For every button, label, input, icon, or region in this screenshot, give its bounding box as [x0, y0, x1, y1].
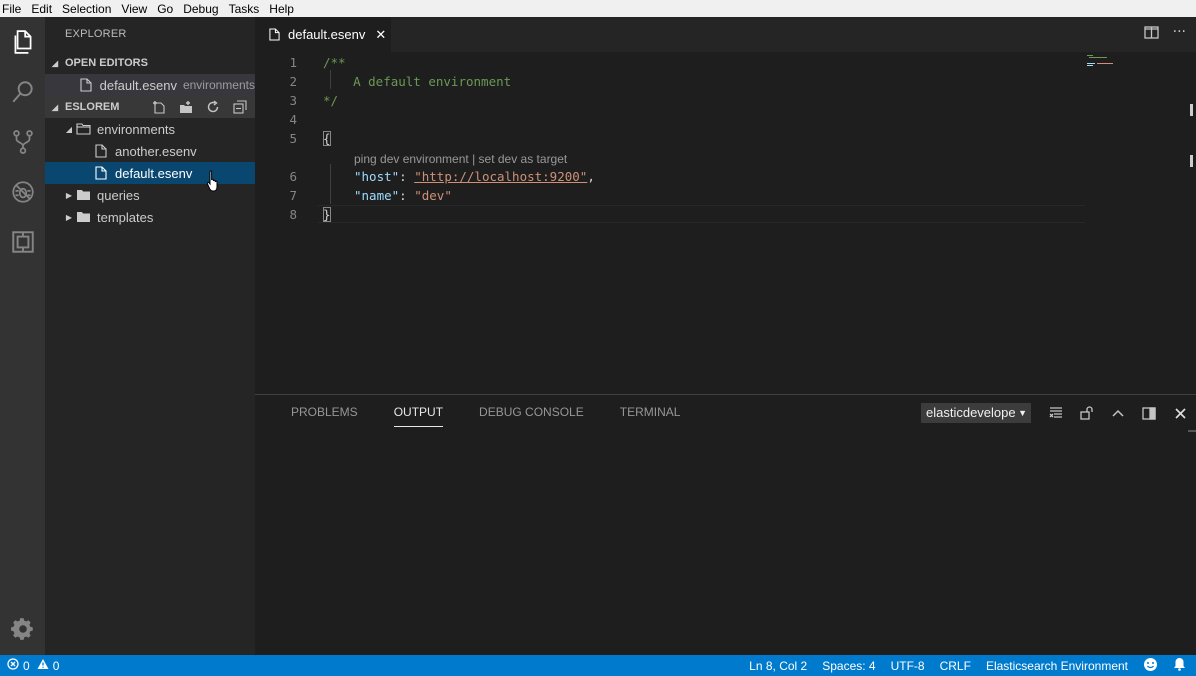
current-line-highlight: [318, 205, 1085, 223]
problems-indicator[interactable]: 0 0: [7, 655, 59, 676]
line-number: 1: [289, 55, 297, 70]
code-line-2: A default environment: [323, 74, 512, 89]
expanded-triangle-icon: ◢: [51, 102, 59, 112]
warning-count: 0: [52, 658, 60, 673]
notifications-bell-icon[interactable]: [1173, 657, 1186, 674]
line-number: 7: [289, 188, 297, 203]
lock-scroll-icon[interactable]: [1078, 404, 1096, 422]
settings-gear-icon[interactable]: [0, 607, 45, 651]
error-icon: [7, 658, 19, 673]
extensions-icon[interactable]: [0, 220, 45, 264]
search-icon[interactable]: [0, 70, 45, 114]
minimap[interactable]: [1085, 54, 1125, 68]
close-tab-icon[interactable]: ✕: [375, 27, 386, 43]
tab-problems[interactable]: PROBLEMS: [291, 395, 358, 430]
language-mode[interactable]: Elasticsearch Environment: [986, 659, 1128, 673]
files-icon[interactable]: [0, 20, 45, 64]
source-control-icon[interactable]: [0, 120, 45, 164]
menu-bar: File Edit Selection View Go Debug Tasks …: [0, 0, 1196, 17]
output-channel-select[interactable]: elasticdeveloper ▼: [921, 403, 1031, 423]
collapsed-triangle-icon: ▶: [65, 190, 73, 200]
tab-output[interactable]: OUTPUT: [393, 395, 444, 430]
code-line-1: /**: [323, 55, 346, 70]
maximize-panel-icon[interactable]: [1109, 404, 1127, 422]
encoding[interactable]: UTF-8: [891, 659, 925, 673]
menu-go[interactable]: Go: [152, 2, 178, 16]
status-bar: 0 0 Ln 8, Col 2 Spaces: 4 UTF-8 CRLF Ela…: [0, 655, 1196, 676]
file-icon: [269, 28, 280, 41]
codelens-actions[interactable]: ping dev environment | set dev as target: [354, 152, 567, 166]
menu-tasks[interactable]: Tasks: [224, 2, 265, 16]
folder-icon: [75, 187, 91, 203]
dropdown-arrow-icon: ▼: [1015, 403, 1027, 423]
code-line-5: {: [323, 131, 331, 146]
folder-header-eslorem[interactable]: ◢ ESLOREM: [45, 96, 255, 118]
tree-folder-environments[interactable]: ◢ environments: [45, 118, 255, 140]
code-line-8: }: [323, 207, 331, 222]
clear-output-icon[interactable]: [1047, 404, 1065, 422]
host-url-link[interactable]: "http://localhost:9200": [414, 169, 587, 184]
menu-edit[interactable]: Edit: [26, 2, 57, 16]
close-panel-icon[interactable]: [1171, 404, 1189, 422]
collapse-all-icon[interactable]: [231, 99, 249, 115]
panel-scrollbar[interactable]: [1188, 430, 1196, 432]
hand-cursor-icon: [206, 170, 222, 195]
line-number: 5: [289, 131, 297, 146]
menu-help[interactable]: Help: [264, 2, 299, 16]
tab-default-esenv[interactable]: default.esenv ✕: [255, 17, 391, 52]
bottom-panel: PROBLEMS OUTPUT DEBUG CONSOLE TERMINAL e…: [255, 394, 1196, 655]
toggle-panel-position-icon[interactable]: [1140, 404, 1158, 422]
open-editor-item[interactable]: default.esenv environments: [45, 74, 255, 96]
indent-guide: [330, 164, 331, 204]
expanded-triangle-icon: ◢: [51, 58, 59, 68]
feedback-smiley-icon[interactable]: [1143, 657, 1158, 675]
folder-open-icon: [75, 121, 91, 137]
menu-selection[interactable]: Selection: [57, 2, 116, 16]
explorer-sidebar: EXPLORER ◢ OPEN EDITORS default.esenv en…: [45, 17, 255, 655]
explorer-title: EXPLORER: [65, 28, 127, 40]
split-editor-icon[interactable]: [1143, 26, 1159, 42]
warning-icon: [37, 658, 49, 673]
menu-debug[interactable]: Debug: [178, 2, 223, 16]
new-file-icon[interactable]: [150, 99, 168, 115]
menu-view[interactable]: View: [116, 2, 152, 16]
refresh-icon[interactable]: [204, 99, 222, 115]
file-icon: [93, 165, 109, 181]
editor-tab-bar: default.esenv ✕ ···: [255, 17, 1196, 52]
collapsed-triangle-icon: ▶: [65, 212, 73, 222]
tab-terminal[interactable]: TERMINAL: [620, 395, 681, 430]
error-count: 0: [23, 658, 30, 673]
tree-file-another-esenv[interactable]: another.esenv: [45, 140, 255, 162]
tree-file-default-esenv[interactable]: default.esenv: [45, 162, 255, 184]
code-editor[interactable]: 1 2 3 4 5 6 7 8 /** A default environmen…: [255, 52, 1196, 394]
file-icon: [93, 143, 109, 159]
line-number: 4: [289, 112, 297, 127]
file-icon: [79, 77, 94, 93]
tree-folder-queries[interactable]: ▶ queries: [45, 184, 255, 206]
open-editors-header[interactable]: ◢ OPEN EDITORS: [45, 52, 255, 74]
debug-icon[interactable]: [0, 170, 45, 214]
more-actions-icon[interactable]: ···: [1173, 25, 1186, 42]
editor-scrollbar[interactable]: [1188, 52, 1196, 394]
code-line-6: "host": "http://localhost:9200",: [354, 169, 595, 184]
menu-file[interactable]: File: [0, 2, 26, 16]
line-endings[interactable]: CRLF: [940, 659, 971, 673]
tab-debug-console[interactable]: DEBUG CONSOLE: [479, 395, 584, 430]
code-line-7: "name": "dev": [354, 188, 452, 203]
activity-bar: [0, 17, 45, 655]
new-folder-icon[interactable]: [177, 99, 195, 115]
code-line-3: */: [323, 93, 339, 108]
tree-folder-templates[interactable]: ▶ templates: [45, 206, 255, 228]
line-number: 6: [289, 169, 297, 184]
line-number: 8: [289, 207, 297, 222]
line-number: 2: [289, 74, 297, 89]
line-number: 3: [289, 93, 297, 108]
folder-icon: [75, 209, 91, 225]
expanded-triangle-icon: ◢: [65, 124, 73, 134]
cursor-position[interactable]: Ln 8, Col 2: [749, 659, 807, 673]
indentation[interactable]: Spaces: 4: [822, 659, 875, 673]
